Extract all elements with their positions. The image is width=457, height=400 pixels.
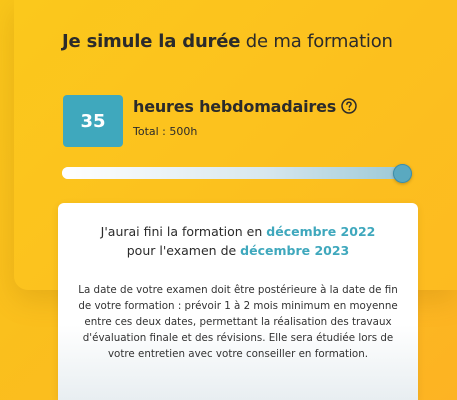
title-bold: Je simule la durée xyxy=(62,31,241,52)
hours-label: heures hebdomadaires xyxy=(133,97,337,116)
result-line-end-date: J'aurai fini la formation en décembre 20… xyxy=(58,223,418,241)
total-hours-text: Total : 500h xyxy=(133,125,198,138)
hours-slider-track[interactable] xyxy=(62,167,402,179)
exam-date-prefix: pour l'examen de xyxy=(126,243,241,258)
end-date: décembre 2022 xyxy=(266,224,376,239)
result-card: J'aurai fini la formation en décembre 20… xyxy=(58,203,418,400)
simulator-title: Je simule la durée de ma formation xyxy=(62,30,442,54)
hours-slider-thumb[interactable] xyxy=(393,164,412,183)
result-note: La date de votre examen doit être postér… xyxy=(78,284,398,360)
result-line-exam-date: pour l'examen de décembre 2023 xyxy=(58,242,418,260)
question-circle-icon[interactable] xyxy=(341,98,357,114)
hours-value-box[interactable]: 35 xyxy=(63,95,123,147)
title-rest: de ma formation xyxy=(240,31,393,52)
exam-date: décembre 2023 xyxy=(240,243,350,258)
hours-slider-fill xyxy=(62,167,402,179)
end-date-prefix: J'aurai fini la formation en xyxy=(100,224,267,239)
hours-value: 35 xyxy=(80,110,106,132)
